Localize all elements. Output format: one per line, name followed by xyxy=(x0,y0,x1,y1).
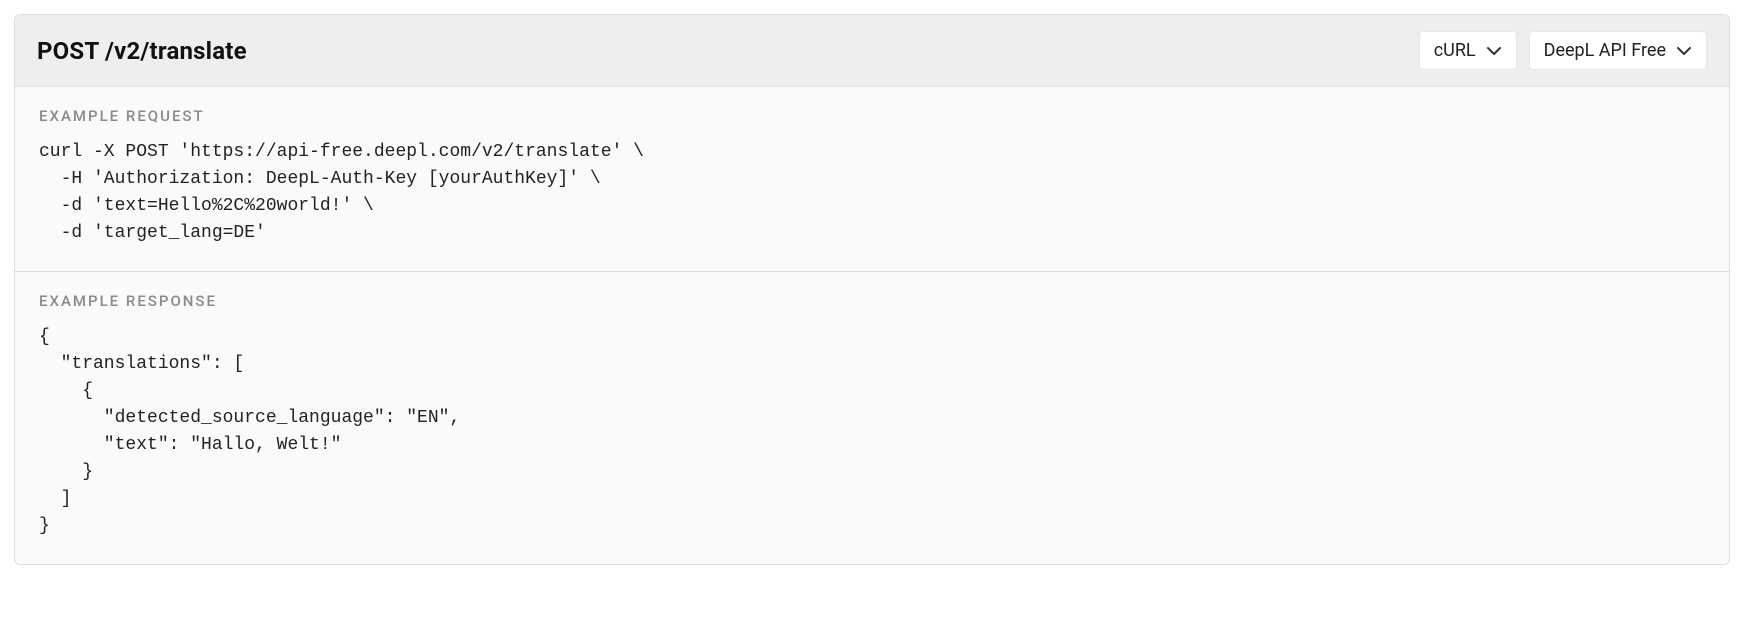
plan-dropdown[interactable]: DeepL API Free xyxy=(1529,31,1707,70)
example-request-section: EXAMPLE REQUEST curl -X POST 'https://ap… xyxy=(15,87,1729,271)
api-example-card: POST /v2/translate cURL DeepL API Free E… xyxy=(14,14,1730,565)
example-response-section: EXAMPLE RESPONSE { "translations": [ { "… xyxy=(15,271,1729,564)
header-selectors: cURL DeepL API Free xyxy=(1419,31,1707,70)
endpoint-title: POST /v2/translate xyxy=(37,37,247,65)
language-dropdown-label: cURL xyxy=(1434,40,1476,61)
example-response-title: EXAMPLE RESPONSE xyxy=(39,292,1705,310)
example-response-code: { "translations": [ { "detected_source_l… xyxy=(39,324,1705,540)
plan-dropdown-label: DeepL API Free xyxy=(1544,40,1666,61)
language-dropdown[interactable]: cURL xyxy=(1419,31,1517,70)
example-request-code: curl -X POST 'https://api-free.deepl.com… xyxy=(39,139,1705,247)
card-header: POST /v2/translate cURL DeepL API Free xyxy=(15,15,1729,87)
chevron-down-icon xyxy=(1486,46,1502,56)
chevron-down-icon xyxy=(1676,46,1692,56)
example-request-title: EXAMPLE REQUEST xyxy=(39,107,1705,125)
